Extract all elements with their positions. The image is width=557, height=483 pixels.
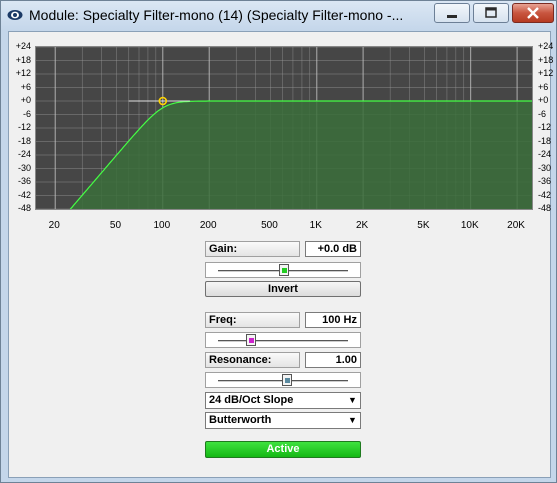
title-bar[interactable]: Module: Specialty Filter-mono (14) (Spec… — [1, 1, 556, 31]
db-label-left: -30 — [17, 162, 31, 173]
db-label-right: +24 — [538, 41, 554, 51]
eye-app-icon — [7, 10, 23, 20]
freq-label: 100 — [153, 220, 171, 231]
freq-label: Freq: — [205, 312, 300, 328]
chevron-down-icon: ▼ — [348, 415, 357, 425]
freq-label: 50 — [109, 220, 122, 231]
gain-slider[interactable] — [205, 262, 361, 278]
active-toggle-button[interactable]: Active — [205, 441, 361, 458]
freq-label: 20K — [507, 220, 525, 231]
frequency-response-plot — [36, 47, 532, 209]
invert-button[interactable]: Invert — [205, 281, 361, 297]
resonance-thumb-indicator — [284, 378, 290, 383]
db-label-right: -42 — [538, 189, 552, 200]
resonance-label: Resonance: — [205, 352, 300, 368]
db-label-left: -18 — [17, 135, 31, 146]
frequency-response-graph[interactable] — [35, 46, 533, 210]
db-label-left: +6 — [20, 81, 31, 92]
minimize-button[interactable] — [434, 3, 470, 23]
freq-value-field[interactable]: 100 Hz — [305, 312, 361, 328]
db-label-right: +12 — [538, 68, 554, 78]
slope-select-value: 24 dB/Oct Slope — [209, 394, 294, 406]
db-label-left: -48 — [17, 203, 31, 213]
filter-type-select-value: Butterworth — [209, 414, 272, 426]
db-label-right: +6 — [538, 81, 549, 92]
resonance-slider[interactable] — [205, 372, 361, 388]
freq-label: 20 — [48, 220, 60, 231]
chevron-down-icon: ▼ — [348, 395, 357, 405]
db-label-right: -12 — [538, 122, 552, 132]
freq-label: 10K — [460, 220, 479, 231]
db-label-left: -12 — [17, 122, 31, 132]
freq-thumb-indicator — [249, 338, 254, 343]
db-label-right: +0 — [538, 95, 549, 105]
db-label-right: -6 — [538, 108, 547, 119]
close-button[interactable] — [512, 3, 554, 23]
db-label-left: -36 — [17, 176, 31, 186]
gain-value-field[interactable]: +0.0 dB — [305, 241, 361, 257]
db-label-right: -30 — [538, 162, 552, 173]
db-label-left: +24 — [15, 41, 31, 51]
freq-label: 5K — [417, 220, 430, 231]
db-label-left: +18 — [15, 54, 31, 65]
close-icon — [527, 7, 539, 19]
db-label-left: +12 — [15, 68, 31, 78]
db-label-right: -48 — [538, 203, 552, 213]
filter-type-select[interactable]: Butterworth ▼ — [205, 412, 361, 429]
db-label-right: +18 — [538, 54, 554, 65]
module-window: Module: Specialty Filter-mono (14) (Spec… — [0, 0, 557, 483]
freq-slider[interactable] — [205, 332, 361, 348]
db-label-left: -6 — [22, 108, 31, 119]
db-label-right: -18 — [538, 135, 552, 146]
maximize-button[interactable] — [473, 3, 509, 23]
slope-select[interactable]: 24 dB/Oct Slope ▼ — [205, 392, 361, 409]
freq-label: 2K — [356, 220, 369, 231]
db-label-right: -24 — [538, 149, 552, 159]
minimize-icon — [447, 15, 457, 18]
gain-slider-thumb[interactable] — [279, 264, 289, 276]
freq-slider-track — [218, 340, 348, 342]
resonance-slider-thumb[interactable] — [281, 374, 292, 386]
resonance-value-field[interactable]: 1.00 — [305, 352, 361, 368]
gain-label: Gain: — [205, 241, 300, 257]
freq-label: 200 — [199, 220, 217, 231]
freq-label: 500 — [261, 220, 278, 231]
freq-slider-thumb[interactable] — [246, 334, 256, 346]
db-label-left: -42 — [17, 189, 31, 200]
db-label-right: -36 — [538, 176, 552, 186]
maximize-icon — [485, 7, 497, 18]
module-panel: +24 +24 +18 +18 +12 +12 +6 +6 +0 +0 -6 -6 -12 -12 -18 -… — [8, 31, 553, 478]
freq-label: 1K — [309, 220, 322, 231]
window-title: Module: Specialty Filter-mono (14) (Spec… — [29, 7, 404, 23]
db-label-left: +0 — [20, 95, 31, 105]
db-label-left: -24 — [17, 149, 31, 159]
gain-thumb-indicator — [282, 268, 287, 273]
